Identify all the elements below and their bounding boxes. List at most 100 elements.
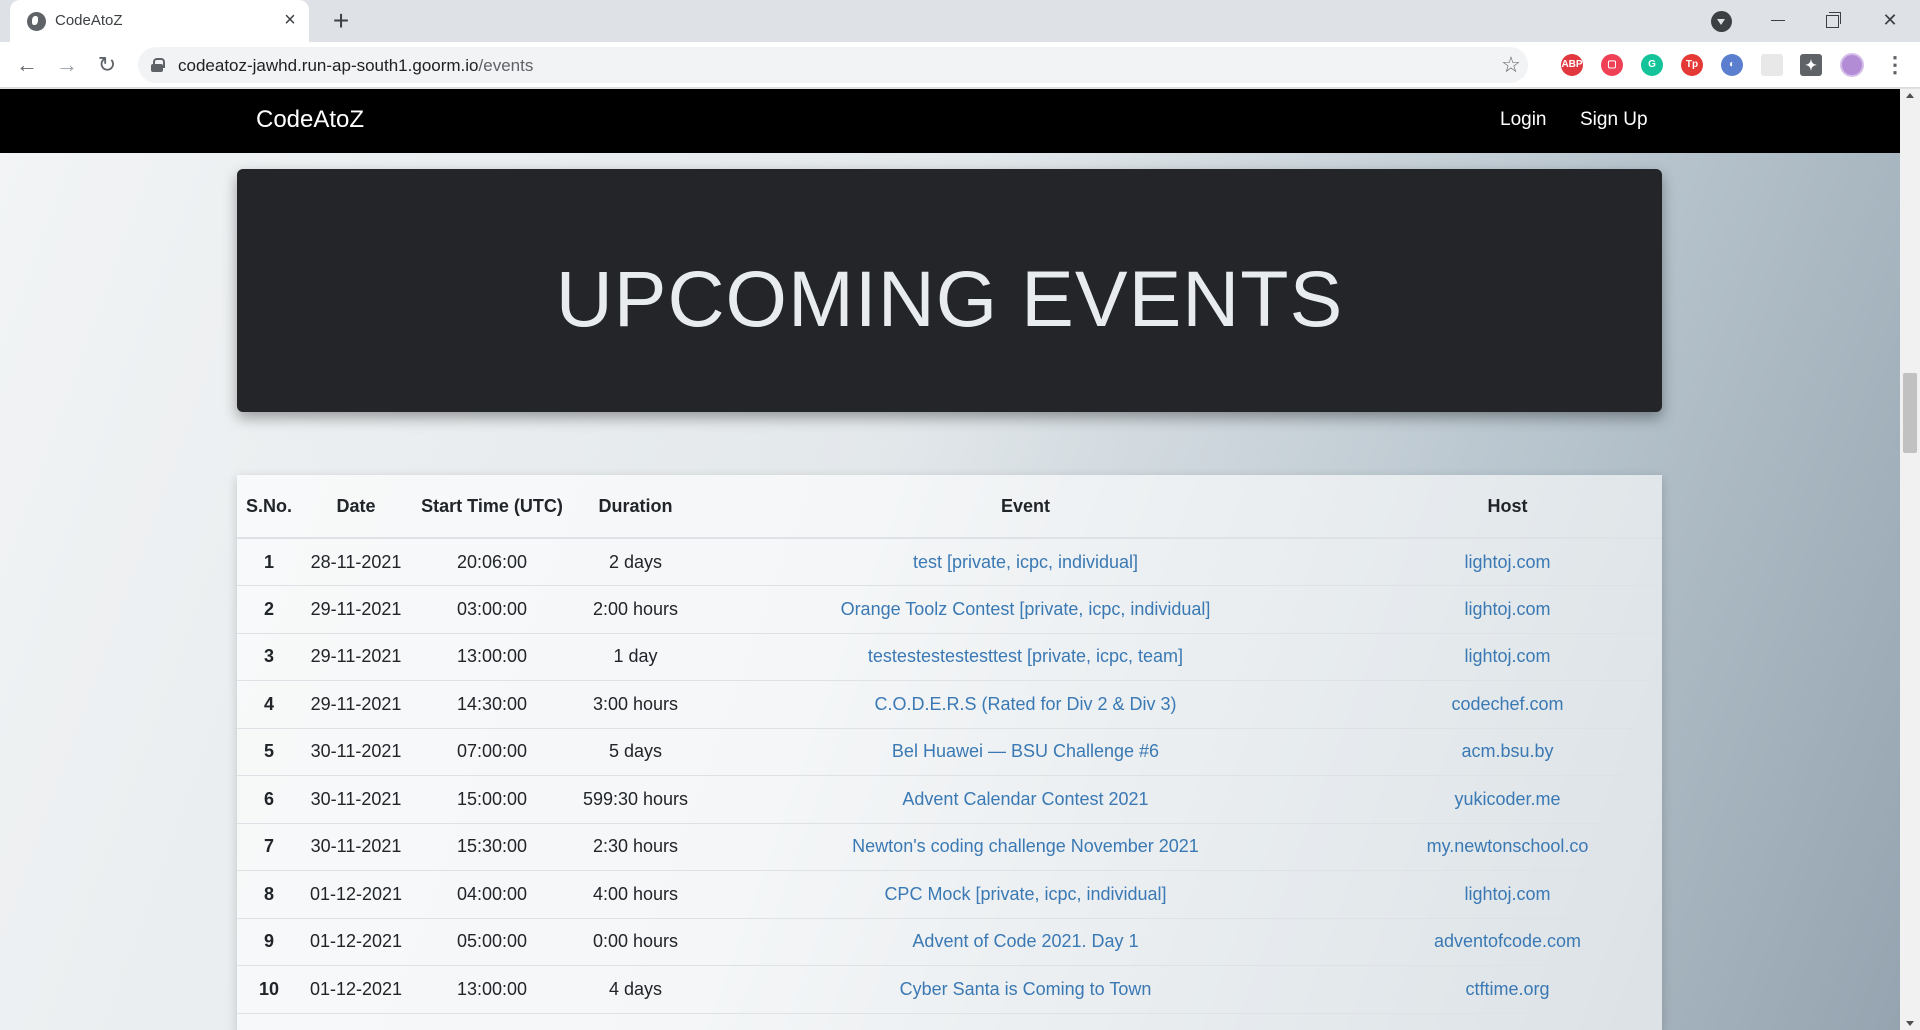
restore-button[interactable] [1806,0,1860,42]
new-tab-button[interactable]: + [326,6,356,36]
cell-empty [573,1012,698,1030]
cell-event: Newton's coding challenge November 2021 [698,822,1353,871]
cell-event: Advent Calendar Contest 2021 [698,775,1353,823]
host-link[interactable]: yukicoder.me [1454,789,1560,809]
header-event: Event [698,475,1353,539]
cell-duration: 599:30 hours [573,775,698,823]
cell-date: 30-11-2021 [301,727,411,776]
table-row: 6 30-11-2021 15:00:00 599:30 hours Advent Ca… [237,775,1662,823]
event-link[interactable]: testestestestesttest [private, icpc, tea… [868,646,1183,666]
lock-icon[interactable] [151,58,165,72]
event-link[interactable]: Advent of Code 2021. Day 1 [912,931,1138,951]
event-link[interactable]: CPC Mock [private, icpc, individual] [884,884,1166,904]
address-bar[interactable]: codeatoz-jawhd.run-ap-south1.goorm.io/ev… [138,47,1528,83]
back-icon[interactable]: ← [11,49,43,81]
site-navbar: CodeAtoZ Login Sign Up [0,89,1900,153]
cell-start: 07:00:00 [411,727,573,776]
event-link[interactable]: Newton's coding challenge November 2021 [852,836,1199,856]
cell-empty [411,1012,573,1030]
blue-extension-icon[interactable]: ◐ [1721,54,1743,76]
cell-start: 03:00:00 [411,585,573,633]
browser-tab[interactable]: CodeAtoZ × [10,0,309,42]
cell-event: Bel Huawei — BSU Challenge #6 [698,727,1353,776]
adblock-plus-icon[interactable]: ABP [1561,54,1583,76]
cell-host: lightoj.com [1353,537,1662,586]
header-host: Host [1353,475,1662,539]
close-window-button[interactable]: ✕ [1863,0,1917,42]
hero-banner: UPCOMING EVENTS [237,169,1662,412]
event-link[interactable]: Bel Huawei — BSU Challenge #6 [892,741,1159,761]
cell-host: lightoj.com [1353,585,1662,633]
page-scrollbar[interactable] [1900,89,1920,1030]
pocket-icon[interactable]: ▢ [1601,54,1623,76]
cell-start: 05:00:00 [411,917,573,966]
cell-duration: 1 day [573,632,698,681]
cell-event: test [private, icpc, individual] [698,537,1353,586]
host-link[interactable]: acm.bsu.by [1461,741,1553,761]
host-link[interactable]: lightoj.com [1464,552,1550,572]
reload-icon[interactable]: ↻ [91,49,123,81]
cell-date: 01-12-2021 [301,870,411,918]
cell-sno: 6 [237,775,301,823]
tp-extension-icon[interactable]: Tp [1681,54,1703,76]
signup-link[interactable]: Sign Up [1580,109,1648,131]
bookmark-star-icon[interactable]: ☆ [1496,50,1526,80]
host-link[interactable]: lightoj.com [1464,884,1550,904]
cell-sno: 2 [237,585,301,633]
cell-start: 04:00:00 [411,870,573,918]
blank-extension-icon[interactable] [1761,54,1783,76]
event-link[interactable]: Cyber Santa is Coming to Town [900,979,1152,999]
cell-event: CPC Mock [private, icpc, individual] [698,870,1353,918]
browser-toolbar: ← → ↻ codeatoz-jawhd.run-ap-south1.goorm… [0,42,1920,88]
cell-duration: 5 days [573,727,698,776]
cell-host: lightoj.com [1353,632,1662,681]
scroll-up-icon[interactable] [1906,93,1914,98]
extensions-puzzle-icon[interactable]: ✦ [1800,54,1822,76]
event-link[interactable]: Advent Calendar Contest 2021 [902,789,1148,809]
tab-title: CodeAtoZ [55,12,123,29]
host-link[interactable]: my.newtonschool.co [1427,836,1589,856]
cell-sno: 9 [237,917,301,966]
event-link[interactable]: test [private, icpc, individual] [913,552,1138,572]
cell-sno: 4 [237,680,301,728]
forward-icon[interactable]: → [51,49,83,81]
scroll-down-icon[interactable] [1906,1021,1914,1026]
cell-host: ctftime.org [1353,965,1662,1013]
tab-search-icon[interactable] [1711,11,1732,32]
cell-host: my.newtonschool.co [1353,822,1662,871]
header-date: Date [301,475,411,539]
table-row: 7 30-11-2021 15:30:00 2:30 hours Newton's co… [237,822,1662,871]
table-row: 2 29-11-2021 03:00:00 2:00 hours Orange Tool… [237,585,1662,633]
event-link[interactable]: C.O.D.E.R.S (Rated for Div 2 & Div 3) [874,694,1176,714]
cell-empty [1353,1012,1662,1030]
host-link[interactable]: adventofcode.com [1434,931,1581,951]
host-link[interactable]: lightoj.com [1464,599,1550,619]
cell-host: acm.bsu.by [1353,727,1662,776]
cell-date: 29-11-2021 [301,680,411,728]
cell-duration: 2:00 hours [573,585,698,633]
grammarly-icon[interactable]: G [1641,54,1663,76]
page-viewport: CodeAtoZ Login Sign Up UPCOMING EVENTS S… [0,89,1900,1030]
browser-menu-icon[interactable]: ⋮ [1884,52,1906,78]
table-header-row: S.No. Date Start Time (UTC) Duration Eve… [237,475,1662,539]
cell-empty [301,1012,411,1030]
host-link[interactable]: ctftime.org [1465,979,1549,999]
close-tab-icon[interactable]: × [280,10,300,30]
profile-avatar[interactable] [1840,53,1864,77]
host-link[interactable]: lightoj.com [1464,646,1550,666]
cell-sno: 10 [237,965,301,1013]
browser-tabstrip: CodeAtoZ × + ✕ [0,0,1920,42]
url-text[interactable]: codeatoz-jawhd.run-ap-south1.goorm.io/ev… [178,56,533,76]
event-link[interactable]: Orange Toolz Contest [private, icpc, ind… [841,599,1211,619]
cell-duration: 4:00 hours [573,870,698,918]
cell-empty [698,1012,1353,1030]
cell-duration: 0:00 hours [573,917,698,966]
login-link[interactable]: Login [1500,109,1547,131]
cell-host: yukicoder.me [1353,775,1662,823]
table-row: 5 30-11-2021 07:00:00 5 days Bel Huawei — BS… [237,727,1662,776]
host-link[interactable]: codechef.com [1451,694,1563,714]
site-brand[interactable]: CodeAtoZ [256,106,364,134]
scrollbar-thumb[interactable] [1903,373,1917,453]
minimize-button[interactable] [1750,0,1804,42]
cell-start: 20:06:00 [411,537,573,586]
